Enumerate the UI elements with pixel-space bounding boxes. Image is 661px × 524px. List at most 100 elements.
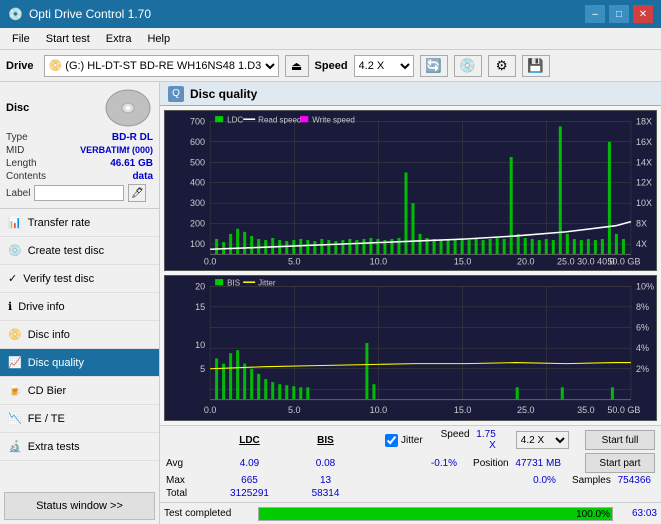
titlebar: 💿 Opti Drive Control 1.70 – □ ✕ (0, 0, 661, 28)
contents-label: Contents (6, 171, 46, 182)
svg-text:8X: 8X (636, 219, 647, 229)
speed-dropdown[interactable]: 4.2 X (516, 431, 569, 449)
menubar: File Start test Extra Help (0, 28, 661, 50)
svg-text:600: 600 (190, 137, 205, 147)
svg-text:20.0: 20.0 (517, 257, 535, 267)
nav-fe-te-label: FE / TE (28, 413, 65, 425)
nav-disc-quality-label: Disc quality (28, 357, 84, 369)
contents-value: data (132, 171, 153, 182)
status-window-button[interactable]: Status window >> (4, 492, 155, 520)
quality-header: Q Disc quality (160, 82, 661, 106)
nav-transfer-rate-label: Transfer rate (28, 217, 91, 229)
minimize-button[interactable]: – (585, 5, 605, 23)
menu-file[interactable]: File (4, 31, 38, 47)
nav-verify-test-disc[interactable]: ✓ Verify test disc (0, 265, 159, 293)
svg-text:500: 500 (190, 157, 205, 167)
speed-select[interactable]: 4.2 X (354, 55, 414, 77)
menu-help[interactable]: Help (139, 31, 178, 47)
disc-contents-row: Contents data (6, 171, 153, 182)
mid-value: VERBATIMf (000) (80, 145, 153, 156)
nav-items: 📊 Transfer rate 💿 Create test disc ✓ Ver… (0, 209, 159, 488)
nav-extra-tests[interactable]: 🔬 Extra tests (0, 433, 159, 461)
start-full-button[interactable]: Start full (585, 430, 655, 450)
svg-text:700: 700 (190, 116, 205, 126)
menu-start-test[interactable]: Start test (38, 31, 98, 47)
label-input[interactable] (34, 185, 124, 201)
disc-label-row: Label 🖊 (6, 184, 153, 202)
samples-label: Samples (572, 475, 611, 486)
quality-title: Disc quality (190, 87, 257, 101)
nav-transfer-rate[interactable]: 📊 Transfer rate (0, 209, 159, 237)
status-text: Test completed (164, 508, 254, 519)
svg-text:25.0: 25.0 (557, 257, 575, 267)
stats-header-row: LDC BIS Jitter Speed 1.75 X 4.2 X Start … (166, 429, 655, 451)
svg-text:100: 100 (190, 239, 205, 249)
avg-label: Avg (166, 458, 201, 469)
svg-text:0.0: 0.0 (204, 257, 217, 267)
nav-disc-info-label: Disc info (28, 329, 70, 341)
jitter-check: Jitter (385, 434, 423, 447)
svg-text:8%: 8% (636, 302, 649, 312)
menu-extra[interactable]: Extra (98, 31, 140, 47)
refresh-button[interactable]: 🔄 (420, 55, 448, 77)
nav-drive-info[interactable]: ℹ Drive info (0, 293, 159, 321)
nav-cd-bier[interactable]: 🍺 CD Bier (0, 377, 159, 405)
progress-number: 63:03 (617, 508, 657, 519)
disc-button[interactable]: 💿 (454, 55, 482, 77)
disc-fields: Type BD-R DL MID VERBATIMf (000) Length … (6, 132, 153, 202)
label-edit-button[interactable]: 🖊 (128, 184, 146, 202)
start-part-button[interactable]: Start part (585, 453, 655, 473)
total-label: Total (166, 488, 201, 499)
total-ldc: 3125291 (217, 488, 282, 499)
nav-create-test-disc-label: Create test disc (28, 245, 104, 257)
bis-chart-svg: 20 15 10 5 10% 8% 6% 4% 2% 0.0 5.0 10.0 … (165, 276, 656, 420)
save-button[interactable]: 💾 (522, 55, 550, 77)
svg-text:200: 200 (190, 219, 205, 229)
pos-label: Position (473, 458, 509, 469)
svg-text:25.0: 25.0 (517, 405, 535, 415)
avg-ldc: 4.09 (217, 458, 282, 469)
progress-bar: 100.0% (258, 507, 613, 521)
svg-text:10X: 10X (636, 198, 652, 208)
app-title: 💿 Opti Drive Control 1.70 (8, 7, 151, 21)
nav-disc-info[interactable]: 📀 Disc info (0, 321, 159, 349)
progress-percent: 100.0% (576, 508, 610, 522)
disc-mid-row: MID VERBATIMf (000) (6, 145, 153, 156)
progress-bar-fill (259, 508, 612, 520)
eject-button[interactable]: ⏏ (285, 55, 309, 77)
fe-te-icon: 📉 (8, 412, 22, 425)
drive-info-icon: ℹ (8, 300, 12, 313)
nav-extra-tests-label: Extra tests (28, 441, 80, 453)
ldc-header: LDC (217, 435, 282, 446)
close-button[interactable]: ✕ (633, 5, 653, 23)
nav-fe-te[interactable]: 📉 FE / TE (0, 405, 159, 433)
nav-create-test-disc[interactable]: 💿 Create test disc (0, 237, 159, 265)
disc-length-row: Length 46.61 GB (6, 158, 153, 169)
svg-text:12X: 12X (636, 178, 652, 188)
sidebar: Disc Type BD-R DL MID VERBATIMf (000) (0, 82, 160, 524)
nav-disc-quality[interactable]: 📈 Disc quality (0, 349, 159, 377)
svg-text:5: 5 (200, 363, 205, 373)
settings-button[interactable]: ⚙ (488, 55, 516, 77)
svg-text:300: 300 (190, 198, 205, 208)
stats-data-row: Avg 4.09 0.08 -0.1% Position 47731 MB St… (166, 453, 655, 473)
extra-tests-icon: 🔬 (8, 440, 22, 453)
svg-text:10.0: 10.0 (370, 405, 388, 415)
quality-icon: Q (168, 86, 184, 102)
cd-bier-icon: 🍺 (8, 384, 22, 397)
svg-text:Jitter: Jitter (258, 278, 276, 287)
drive-select[interactable]: 📀 (G:) HL-DT-ST BD-RE WH16NS48 1.D3 (44, 55, 279, 77)
drive-label: Drive (6, 60, 34, 72)
svg-text:Read speed: Read speed (258, 115, 301, 124)
charts-area: 700 600 500 400 300 200 100 18X 16X 14X … (160, 106, 661, 425)
speed-label: Speed (441, 429, 470, 440)
svg-text:15: 15 (195, 302, 205, 312)
maximize-button[interactable]: □ (609, 5, 629, 23)
stats-bar: LDC BIS Jitter Speed 1.75 X 4.2 X Start … (160, 425, 661, 502)
speed-display: Speed 1.75 X (439, 429, 496, 451)
jitter-checkbox[interactable] (385, 434, 398, 447)
length-value: 46.61 GB (110, 158, 153, 169)
nav-verify-test-disc-label: Verify test disc (23, 273, 94, 285)
type-value: BD-R DL (112, 132, 153, 143)
svg-text:6%: 6% (636, 322, 649, 332)
